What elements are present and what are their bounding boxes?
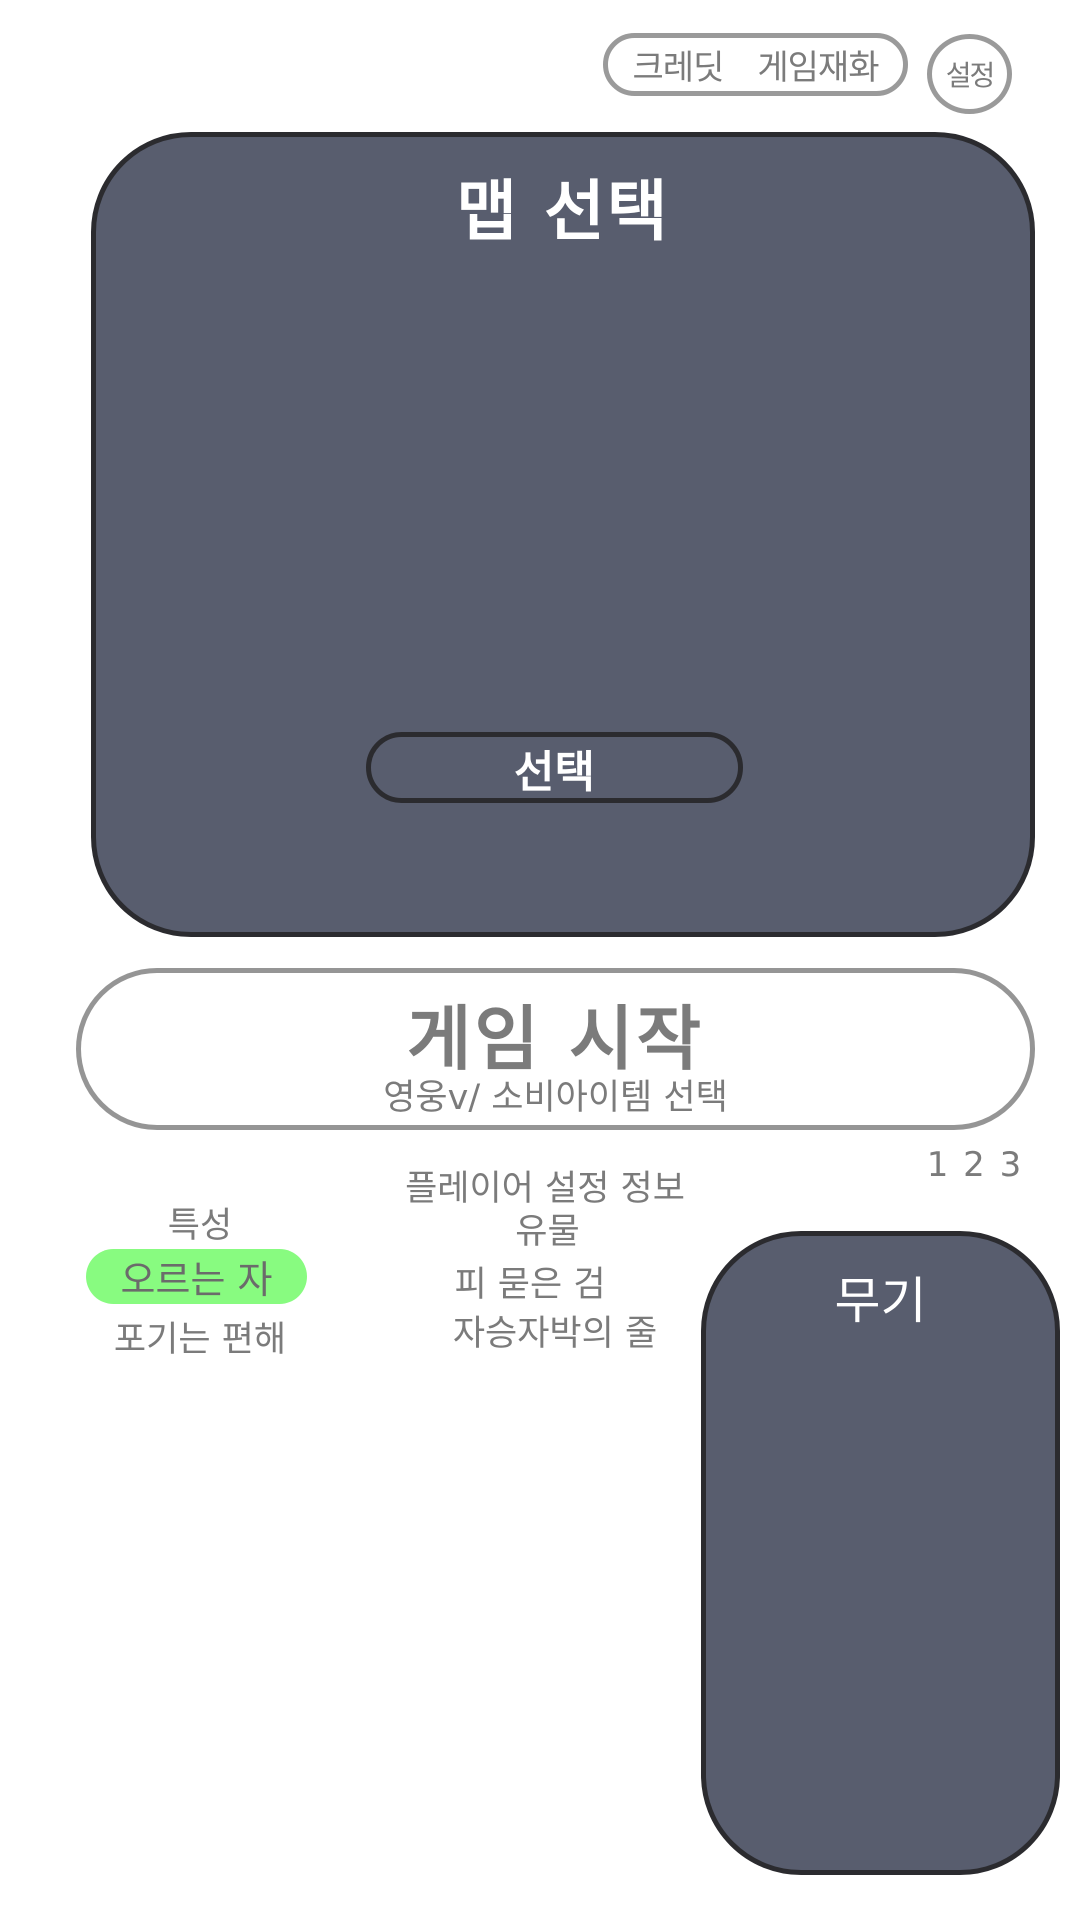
- settings-label: 설정: [945, 59, 996, 92]
- start-game-subtitle: 영웅v/ 소비아이템 선택: [383, 1078, 728, 1118]
- top-bar-pill: 크레딧 게임재화: [603, 33, 908, 96]
- credit-button[interactable]: 크레딧: [633, 40, 725, 89]
- map-select-title: 맵 선택: [456, 173, 670, 250]
- relic-item[interactable]: 피 묻은 검: [440, 1256, 620, 1307]
- relic-heading: 유물: [515, 1212, 580, 1252]
- trait-option[interactable]: 포기는 편해: [100, 1311, 300, 1362]
- map-select-button[interactable]: 선택: [366, 732, 743, 803]
- map-select-button-label: 선택: [514, 746, 595, 798]
- trait-heading: 특성: [167, 1206, 233, 1246]
- game-currency-button[interactable]: 게임재화: [757, 40, 879, 89]
- trait-option-label: 오르는 자: [120, 1258, 273, 1302]
- relic-item[interactable]: 자승자박의 줄: [440, 1305, 670, 1356]
- weapon-title: 무기: [834, 1272, 927, 1330]
- settings-button[interactable]: 설정: [927, 34, 1012, 114]
- trait-option-selected[interactable]: 오르는 자: [86, 1249, 307, 1304]
- page-indicator[interactable]: 1 2 3: [925, 1145, 1025, 1185]
